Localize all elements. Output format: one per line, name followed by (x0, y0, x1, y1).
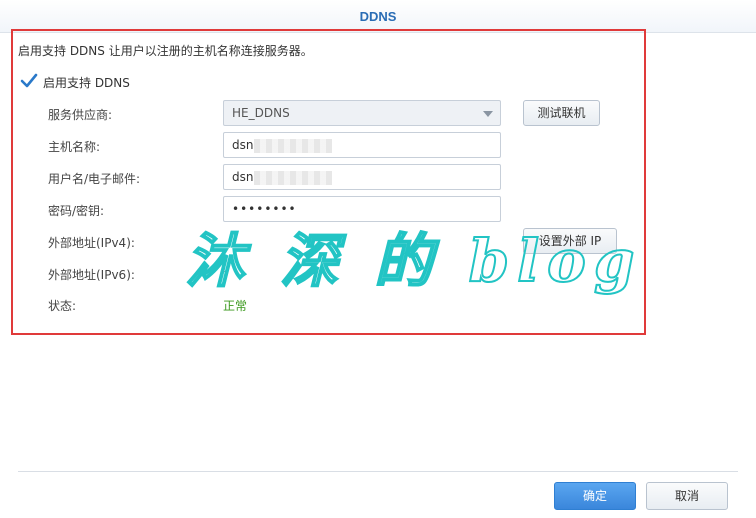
ddns-description: 启用支持 DDNS 让用户以注册的主机名称连接服务器。 (18, 44, 313, 58)
hostname-field[interactable]: dsn (223, 132, 501, 158)
hostname-label: 主机名称: (48, 140, 101, 154)
provider-select-value: HE_DDNS (232, 106, 290, 120)
enable-ddns-checkbox[interactable] (20, 73, 38, 90)
status-value: 正常 (223, 299, 248, 313)
redacted-blur (254, 171, 332, 185)
check-icon (20, 73, 38, 88)
username-value: dsn (232, 170, 254, 184)
cancel-button[interactable]: 取消 (646, 482, 728, 510)
password-label: 密码/密钥: (48, 204, 105, 218)
hostname-value: dsn (232, 138, 254, 152)
dialog-title: DDNS (359, 9, 397, 24)
test-connection-button[interactable]: 测试联机 (523, 100, 600, 126)
watermark-text: 沐 深 的 blog (185, 226, 643, 296)
redacted-blur (254, 139, 332, 153)
username-label: 用户名/电子邮件: (48, 172, 141, 186)
provider-select[interactable]: HE_DDNS (223, 100, 501, 126)
provider-label: 服务供应商: (48, 108, 113, 122)
footer-divider (18, 471, 738, 472)
ipv4-label: 外部地址(IPv4): (48, 236, 135, 250)
status-label: 状态: (48, 299, 77, 313)
ipv6-label: 外部地址(IPv6): (48, 268, 135, 282)
chevron-down-icon (483, 111, 493, 117)
enable-ddns-row[interactable]: 启用支持 DDNS (20, 73, 130, 91)
username-field[interactable]: dsn (223, 164, 501, 190)
enable-ddns-label: 启用支持 DDNS (43, 75, 130, 90)
ok-button[interactable]: 确定 (554, 482, 636, 510)
